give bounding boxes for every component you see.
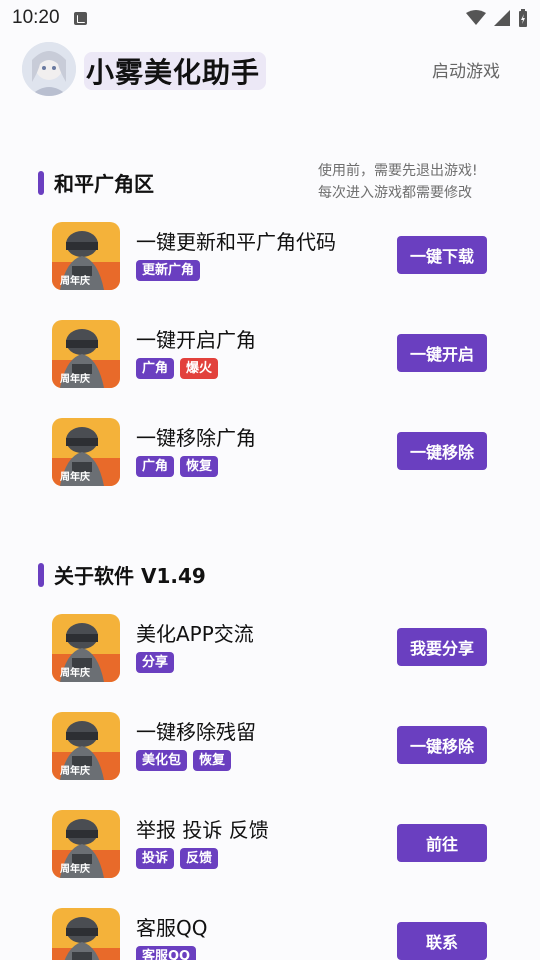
status-icons xyxy=(466,9,528,27)
launch-game-button[interactable]: 启动游戏 xyxy=(432,57,500,82)
item-title: 举报 投诉 反馈 xyxy=(136,818,269,842)
game-thumbnail: 周年庆 xyxy=(52,418,120,486)
tag: 反馈 xyxy=(180,848,219,869)
svg-text:周年庆: 周年庆 xyxy=(60,666,90,679)
svg-text:周年庆: 周年庆 xyxy=(60,862,90,875)
list-item: 周年庆 举报 投诉 反馈 投诉 反馈 前往 xyxy=(52,808,492,880)
enable-button[interactable]: 一键开启 xyxy=(397,334,487,372)
tag: 分享 xyxy=(136,652,175,673)
item-tags: 分享 xyxy=(136,652,175,673)
list-item: 周年庆 一键移除残留 美化包 恢复 一键移除 xyxy=(52,710,492,782)
section-accent-bar xyxy=(38,170,44,195)
item-tags: 广角 恢复 xyxy=(136,456,219,477)
svg-text:周年庆: 周年庆 xyxy=(60,764,90,777)
tag: 恢复 xyxy=(193,750,232,771)
item-tags: 投诉 反馈 xyxy=(136,848,219,869)
status-bar: 10:20 xyxy=(0,0,540,36)
wifi-icon xyxy=(466,10,486,25)
list-item: 周年庆 一键开启广角 广角 爆火 一键开启 xyxy=(52,318,492,390)
notice-line-2: 每次进入游戏都需要修改 xyxy=(318,185,472,201)
tag: 广角 xyxy=(136,358,175,379)
game-thumbnail: 周年庆 xyxy=(52,320,120,388)
share-button[interactable]: 我要分享 xyxy=(397,628,487,666)
item-title: 一键更新和平广角代码 xyxy=(136,230,336,254)
list-item: 周年庆 一键更新和平广角代码 更新广角 一键下载 xyxy=(52,220,492,292)
section-header-about: 关于软件 V1.49 xyxy=(38,560,206,589)
section-title: 和平广角区 xyxy=(54,172,154,196)
tag: 美化包 xyxy=(136,750,188,771)
hot-tag: 爆火 xyxy=(180,358,219,379)
tag: 广角 xyxy=(136,456,175,477)
item-title: 一键开启广角 xyxy=(136,328,256,352)
svg-text:周年庆: 周年庆 xyxy=(60,274,90,287)
item-tags: 更新广角 xyxy=(136,260,201,281)
tag: 投诉 xyxy=(136,848,175,869)
item-title: 客服QQ xyxy=(136,916,208,940)
contact-button[interactable]: 联系 xyxy=(397,922,487,960)
game-thumbnail: 周年庆 xyxy=(52,712,120,780)
item-title: 一键移除残留 xyxy=(136,720,256,744)
app-title: 小雾美化助手 xyxy=(86,56,261,89)
go-button[interactable]: 前往 xyxy=(397,824,487,862)
app-header: 小雾美化助手 启动游戏 xyxy=(22,42,522,98)
svg-text:周年庆: 周年庆 xyxy=(60,470,90,483)
game-thumbnail: 周年庆 xyxy=(52,614,120,682)
section-header-wide-angle: 和平广角区 xyxy=(38,168,154,197)
remove-residue-button[interactable]: 一键移除 xyxy=(397,726,487,764)
download-button[interactable]: 一键下载 xyxy=(397,236,487,274)
game-thumbnail: 周年庆 xyxy=(52,222,120,290)
signal-icon xyxy=(494,10,510,26)
item-tags: 广角 爆火 xyxy=(136,358,219,379)
item-tags: 美化包 恢复 xyxy=(136,750,232,771)
game-thumbnail: 周年庆 xyxy=(52,810,120,878)
game-thumbnail: 周年庆 xyxy=(52,908,120,960)
item-title: 美化APP交流 xyxy=(136,622,254,646)
notification-icon xyxy=(73,11,87,25)
section-accent-bar xyxy=(38,562,44,587)
section-title: 关于软件 V1.49 xyxy=(54,564,206,588)
list-item: 周年庆 客服QQ 客服QQ 联系 xyxy=(52,906,492,960)
app-title-wrap: 小雾美化助手 xyxy=(84,52,267,90)
list-item: 周年庆 美化APP交流 分享 我要分享 xyxy=(52,612,492,684)
tag: 更新广角 xyxy=(136,260,201,281)
list-item: 周年庆 一键移除广角 广角 恢复 一键移除 xyxy=(52,416,492,488)
avatar[interactable] xyxy=(22,42,76,96)
notice-line-1: 使用前，需要先退出游戏! xyxy=(318,163,478,179)
usage-notice: 使用前，需要先退出游戏! 每次进入游戏都需要修改 xyxy=(318,160,508,204)
svg-text:周年庆: 周年庆 xyxy=(60,372,90,385)
battery-icon xyxy=(519,9,527,27)
tag: 恢复 xyxy=(180,456,219,477)
remove-button[interactable]: 一键移除 xyxy=(397,432,487,470)
tag: 客服QQ xyxy=(136,946,197,960)
item-tags: 客服QQ xyxy=(136,946,197,960)
item-title: 一键移除广角 xyxy=(136,426,256,450)
status-time: 10:20 xyxy=(12,7,60,28)
